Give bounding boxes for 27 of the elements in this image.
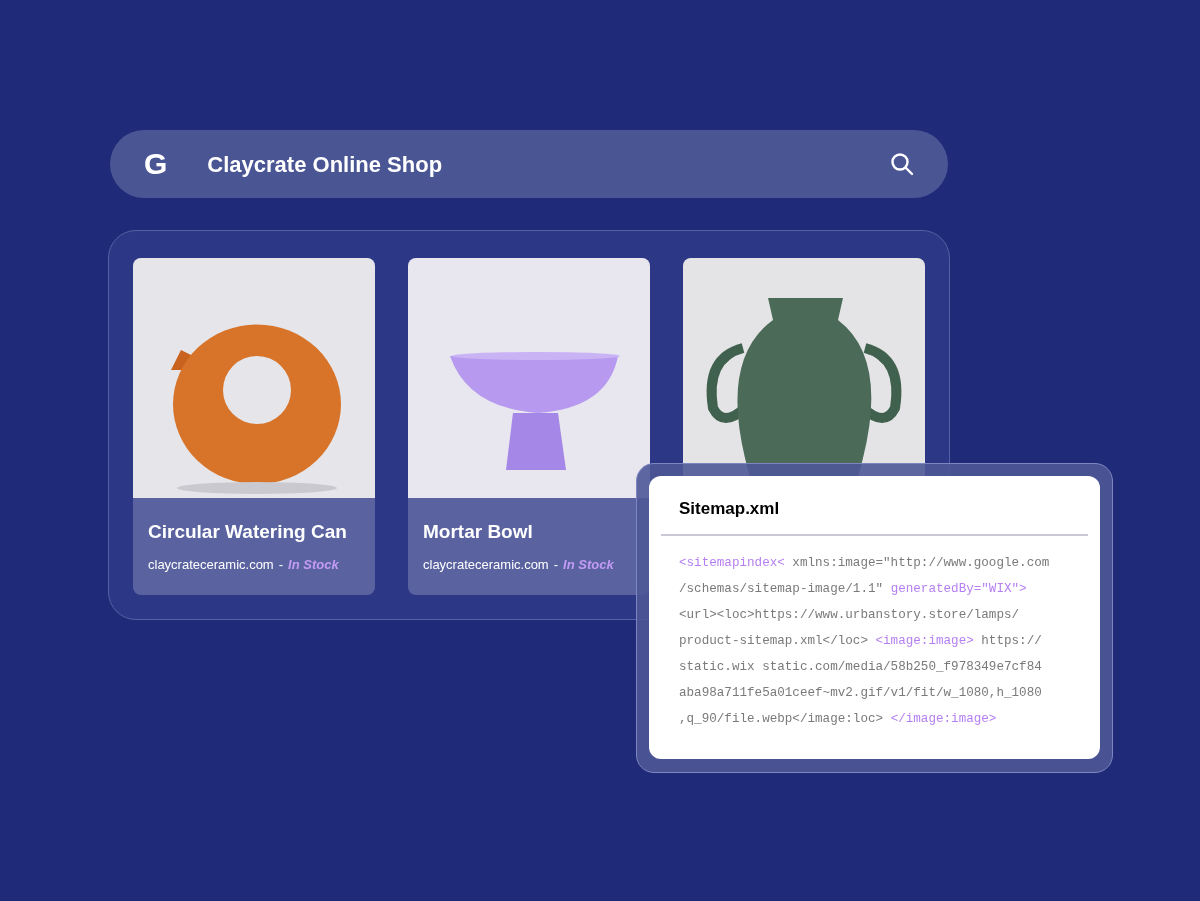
- stock-status: In Stock: [288, 555, 339, 574]
- sitemap-title: Sitemap.xml: [661, 496, 1088, 536]
- search-engine-logo: G: [144, 149, 168, 179]
- search-query: Claycrate Online Shop: [207, 150, 444, 179]
- stock-status: In Stock: [563, 555, 614, 574]
- product-domain: claycrateceramic.com: [423, 555, 549, 574]
- product-card[interactable]: Mortar Bowl claycrateceramic.com - In Stock: [408, 258, 650, 595]
- product-domain: claycrateceramic.com: [148, 555, 274, 574]
- product-card[interactable]: Circular Watering Can claycrateceramic.com - In Stock: [133, 258, 375, 595]
- code-text: <url><loc>https://www.urbanstory.store/lamps/: [679, 606, 1020, 624]
- code-text: /schemas/sitemap-image/1.1": [679, 580, 885, 598]
- search-icon[interactable]: [890, 152, 914, 176]
- code-text: aba98a711fe5a01ceef~mv2.gif/v1/fit/w_1080,h_1080: [679, 684, 1042, 702]
- xml-tag: generatedBy="WIX">: [890, 579, 1027, 606]
- xml-tag: </image:image>: [890, 709, 997, 736]
- code-text: https://: [980, 632, 1042, 650]
- search-bar[interactable]: G Claycrate Online Shop: [110, 130, 948, 198]
- product-name: Mortar Bowl: [423, 520, 534, 544]
- code-text: static.wix static.com/media/58b250_f978349e7cf84: [679, 658, 1042, 676]
- separator: -: [553, 555, 559, 574]
- separator: -: [278, 555, 284, 574]
- xml-tag: <sitemapindex<: [679, 553, 785, 580]
- xml-tag: <image:image>: [875, 631, 974, 658]
- product-name: Circular Watering Can: [148, 520, 348, 544]
- code-text: xmlns:image="http://www.google.com: [791, 554, 1050, 572]
- code-text: ,q_90/file.webp</image:loc>: [679, 710, 885, 728]
- code-text: product-sitemap.xml</loc>: [679, 632, 869, 650]
